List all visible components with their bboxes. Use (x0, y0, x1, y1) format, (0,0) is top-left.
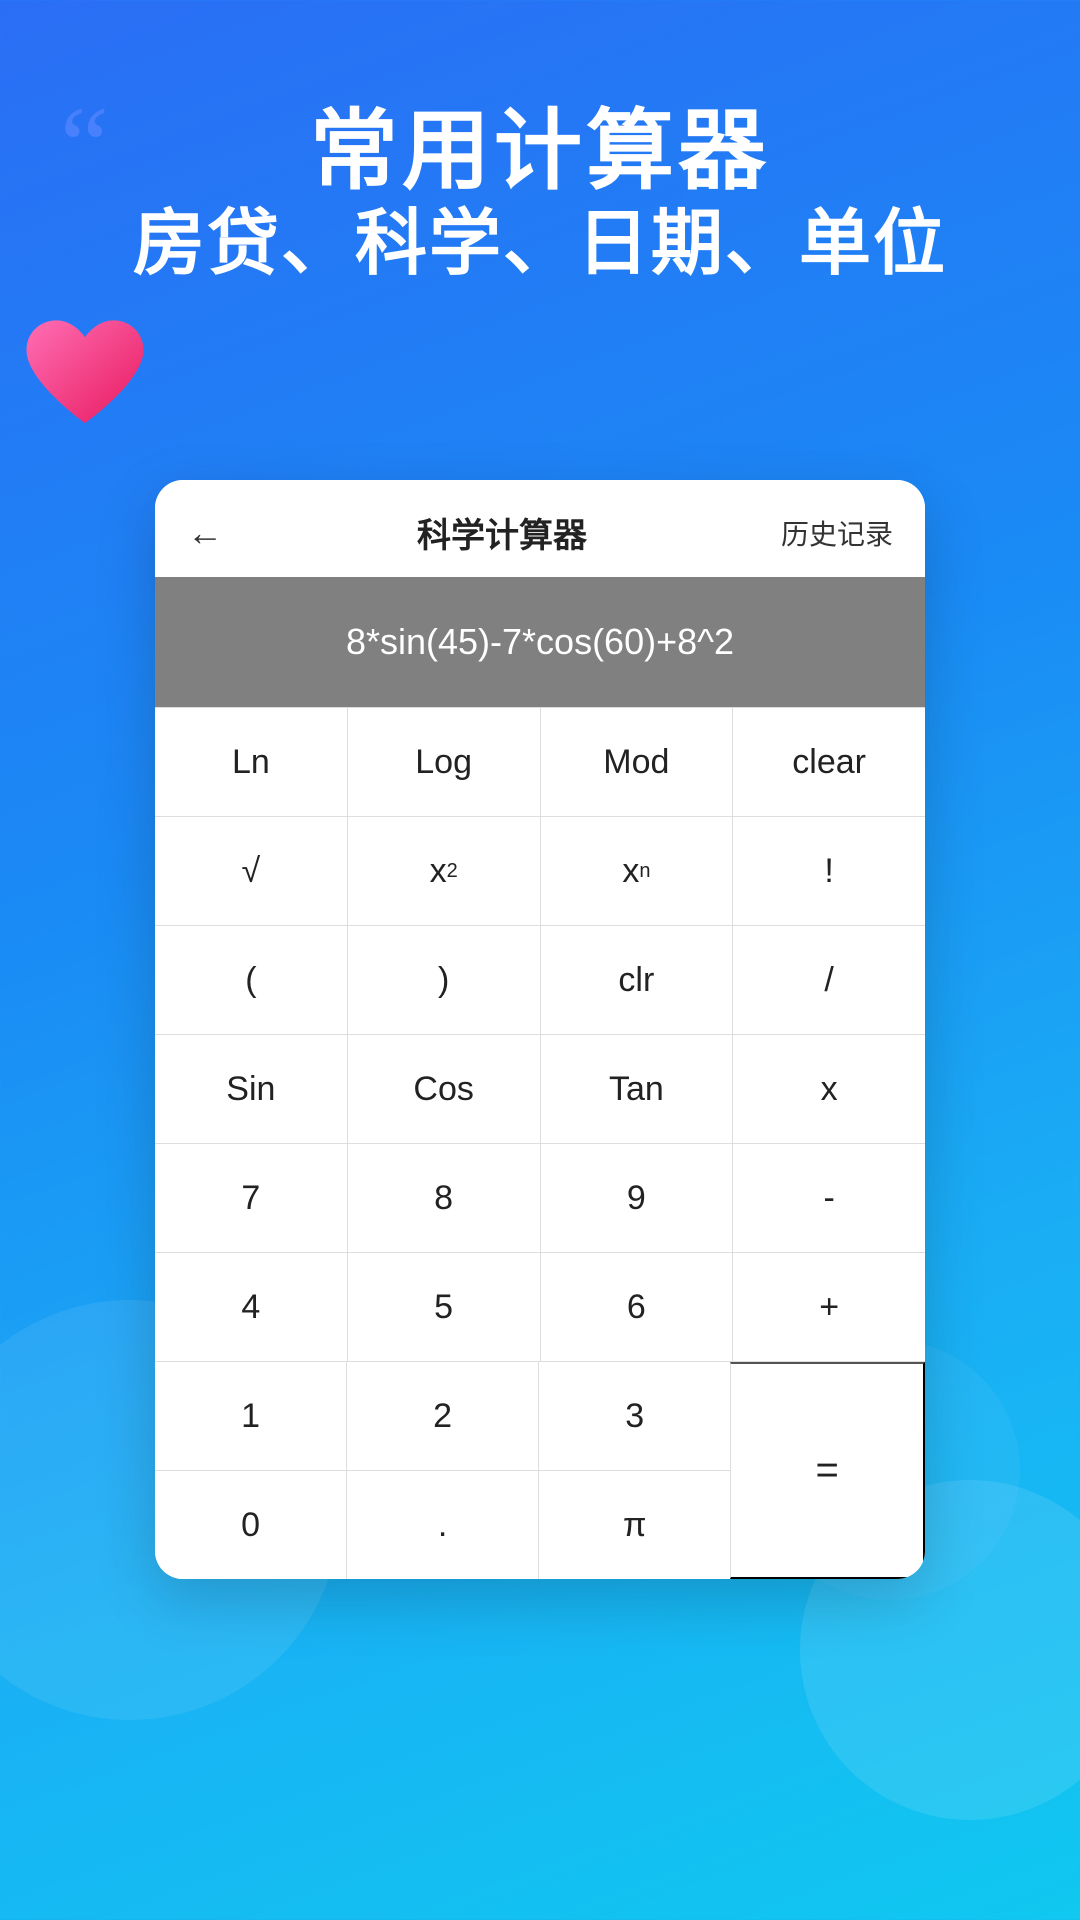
title-line1: 常用计算器 (40, 100, 1040, 201)
calc-display: 8*sin(45)-7*cos(60)+8^2 (155, 577, 925, 707)
btn-divide[interactable]: / (733, 926, 925, 1034)
button-row-2: √ x2 xn ! (155, 816, 925, 925)
history-button[interactable]: 历史记录 (781, 513, 893, 553)
btn-sin[interactable]: Sin (155, 1035, 348, 1143)
btn-x2[interactable]: x2 (348, 817, 541, 925)
btn-clr[interactable]: clr (541, 926, 734, 1034)
btn-clear[interactable]: clear (733, 708, 925, 816)
btn-4[interactable]: 4 (155, 1253, 348, 1361)
calc-buttons: Ln Log Mod clear √ x2 xn ! ( ) clr / Sin… (155, 707, 925, 1579)
btn-1[interactable]: 1 (155, 1362, 347, 1470)
btn-factorial[interactable]: ! (733, 817, 925, 925)
btn-3[interactable]: 3 (539, 1362, 730, 1470)
btn-add[interactable]: + (733, 1253, 925, 1361)
calc-bottom: 1 2 3 0 . π = (155, 1361, 925, 1579)
btn-8[interactable]: 8 (348, 1144, 541, 1252)
heart-decoration (20, 310, 150, 440)
title-line2: 房贷、科学、日期、单位 (40, 201, 1040, 287)
btn-subtract[interactable]: - (733, 1144, 925, 1252)
btn-5[interactable]: 5 (348, 1253, 541, 1361)
btn-multiply[interactable]: x (733, 1035, 925, 1143)
calc-bottom-left: 1 2 3 0 . π (155, 1362, 730, 1579)
calc-title: 科学计算器 (223, 508, 781, 557)
btn-2[interactable]: 2 (347, 1362, 539, 1470)
button-row-4: Sin Cos Tan x (155, 1034, 925, 1143)
btn-9[interactable]: 9 (541, 1144, 734, 1252)
calc-expression: 8*sin(45)-7*cos(60)+8^2 (346, 621, 734, 663)
btn-0[interactable]: 0 (155, 1471, 347, 1579)
btn-6[interactable]: 6 (541, 1253, 734, 1361)
btn-pi[interactable]: π (539, 1471, 730, 1579)
btn-open-paren[interactable]: ( (155, 926, 348, 1034)
btn-tan[interactable]: Tan (541, 1035, 734, 1143)
btn-cos[interactable]: Cos (348, 1035, 541, 1143)
button-row-6: 4 5 6 + (155, 1252, 925, 1361)
btn-sqrt[interactable]: √ (155, 817, 348, 925)
header-area: 常用计算器 房贷、科学、日期、单位 (0, 100, 1080, 288)
button-row-1: Ln Log Mod clear (155, 707, 925, 816)
btn-equals[interactable]: = (730, 1362, 925, 1579)
button-row-7: 1 2 3 (155, 1362, 730, 1470)
btn-close-paren[interactable]: ) (348, 926, 541, 1034)
btn-ln[interactable]: Ln (155, 708, 348, 816)
back-button[interactable]: ← (187, 512, 223, 554)
button-row-5: 7 8 9 - (155, 1143, 925, 1252)
calculator-card: ← 科学计算器 历史记录 8*sin(45)-7*cos(60)+8^2 Ln … (155, 480, 925, 1579)
btn-log[interactable]: Log (348, 708, 541, 816)
calc-header: ← 科学计算器 历史记录 (155, 480, 925, 577)
button-row-8: 0 . π (155, 1470, 730, 1579)
btn-mod[interactable]: Mod (541, 708, 734, 816)
btn-dot[interactable]: . (347, 1471, 539, 1579)
btn-7[interactable]: 7 (155, 1144, 348, 1252)
button-row-3: ( ) clr / (155, 925, 925, 1034)
btn-xn[interactable]: xn (541, 817, 734, 925)
